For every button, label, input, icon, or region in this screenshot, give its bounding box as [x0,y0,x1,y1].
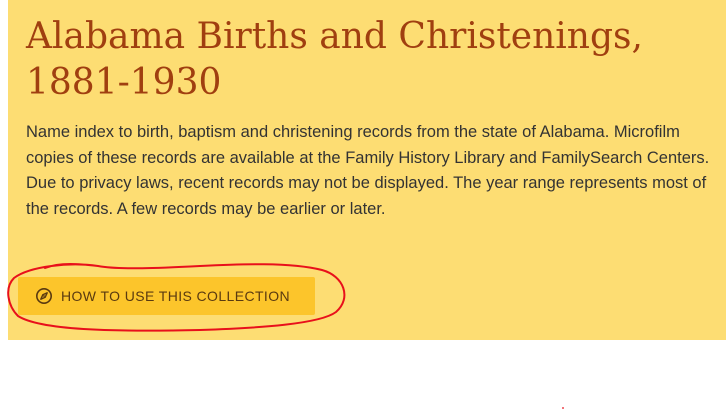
how-to-use-collection-label: HOW TO USE THIS COLLECTION [61,288,290,304]
how-to-use-collection-button[interactable]: HOW TO USE THIS COLLECTION [18,277,315,315]
collection-description: Name index to birth, baptism and christe… [26,123,710,218]
collection-title: Alabama Births and Christenings, 1881-19… [26,16,643,103]
compass-icon [35,287,53,305]
